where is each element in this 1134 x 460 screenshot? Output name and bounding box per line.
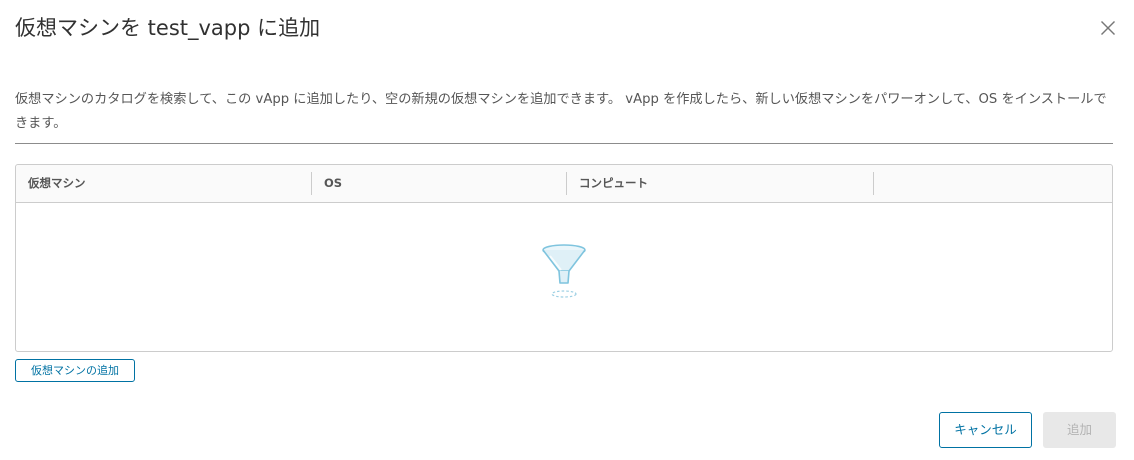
close-button[interactable] (1097, 17, 1119, 39)
column-header-vm[interactable]: 仮想マシン (16, 165, 312, 202)
column-header-label: OS (324, 176, 343, 190)
add-button[interactable]: 追加 (1043, 412, 1116, 448)
divider (15, 143, 1113, 144)
grid-body-empty (16, 203, 1112, 351)
funnel-filter-icon (542, 244, 586, 298)
dialog-description: 仮想マシンのカタログを検索して、この vApp に追加したり、空の新規の仮想マシ… (15, 92, 1107, 131)
cancel-button[interactable]: キャンセル (939, 412, 1032, 448)
column-header-os[interactable]: OS (312, 165, 567, 202)
dialog-title: 仮想マシンを test_vapp に追加 (15, 16, 321, 40)
column-header-compute[interactable]: コンピュート (567, 165, 874, 202)
column-header-label: 仮想マシン (28, 176, 86, 190)
column-header-extra (874, 165, 1112, 202)
vm-datagrid: 仮想マシン OS コンピュート (15, 164, 1113, 352)
close-icon (1101, 21, 1115, 35)
add-vm-dialog: 仮想マシンを test_vapp に追加 仮想マシンのカタログを検索して、この … (0, 0, 1134, 460)
add-vm-button[interactable]: 仮想マシンの追加 (15, 359, 135, 382)
column-header-label: コンピュート (579, 176, 648, 190)
grid-header: 仮想マシン OS コンピュート (16, 165, 1112, 203)
